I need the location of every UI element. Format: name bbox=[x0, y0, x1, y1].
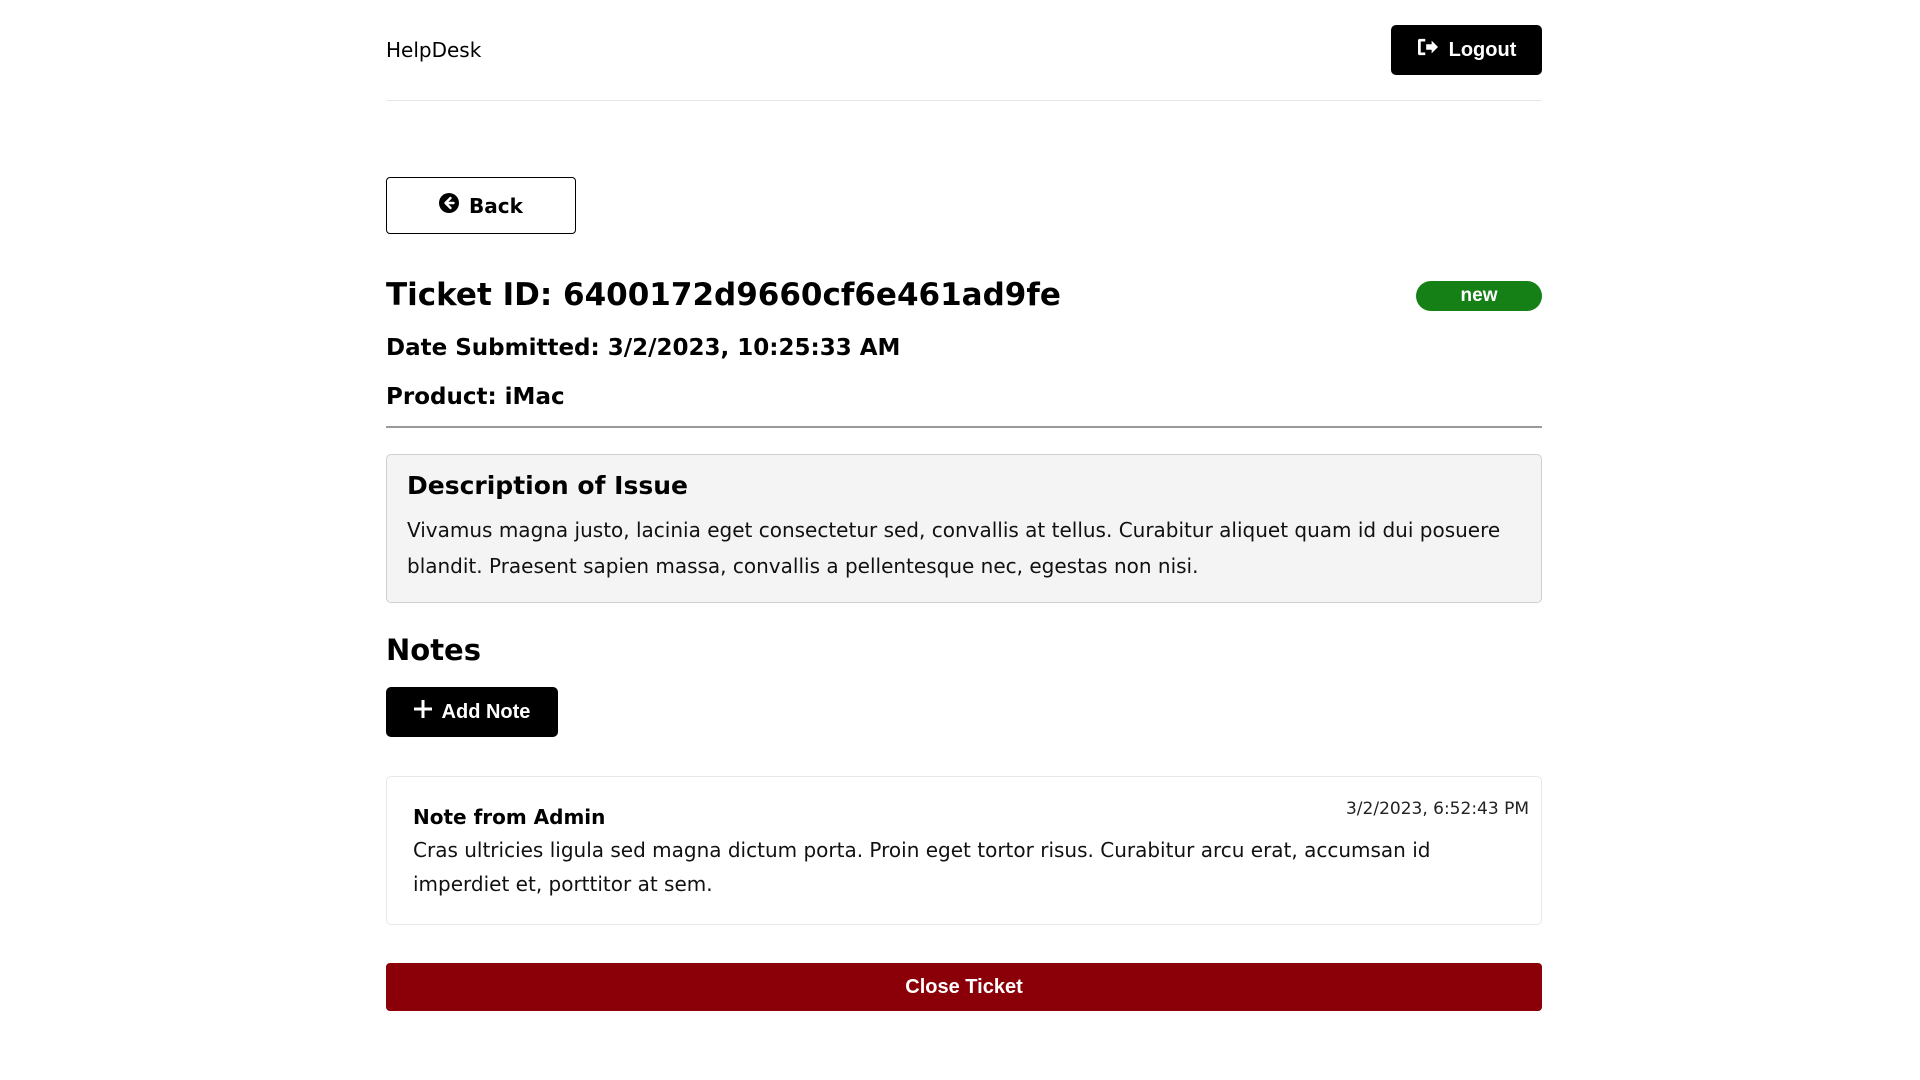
notes-heading: Notes bbox=[386, 633, 481, 667]
back-label: Back bbox=[469, 193, 523, 218]
description-box: Description of Issue Vivamus magna justo… bbox=[386, 454, 1542, 603]
note-text: Cras ultricies ligula sed magna dictum p… bbox=[413, 838, 1431, 896]
note-card: Note from Admin 3/2/2023, 6:52:43 PM Cra… bbox=[386, 776, 1542, 925]
add-note-label: Add Note bbox=[441, 700, 531, 723]
close-ticket-button[interactable]: Close Ticket bbox=[386, 963, 1542, 1011]
status-badge: new bbox=[1416, 281, 1542, 311]
top-header: HelpDesk Logout bbox=[386, 0, 1542, 101]
arrow-circle-left-icon bbox=[439, 193, 460, 218]
date-submitted: Date Submitted: 3/2/2023, 10:25:33 AM bbox=[386, 335, 901, 361]
add-note-button[interactable]: Add Note bbox=[386, 687, 558, 737]
note-date: 3/2/2023, 6:52:43 PM bbox=[1345, 799, 1529, 819]
product-name: Product: iMac bbox=[386, 384, 565, 410]
description-title: Description of Issue bbox=[407, 471, 688, 500]
sign-out-icon bbox=[1417, 37, 1439, 63]
description-text: Vivamus magna justo, lacinia eget consec… bbox=[407, 518, 1501, 578]
brand-logo[interactable]: HelpDesk bbox=[386, 38, 481, 62]
logout-button[interactable]: Logout bbox=[1391, 25, 1542, 75]
plus-icon bbox=[413, 699, 433, 724]
ticket-id-heading: Ticket ID: 6400172d9660cf6e461ad9fe bbox=[386, 277, 1061, 313]
logout-label: Logout bbox=[1448, 38, 1517, 61]
section-divider bbox=[386, 426, 1542, 428]
back-button[interactable]: Back bbox=[386, 177, 576, 234]
